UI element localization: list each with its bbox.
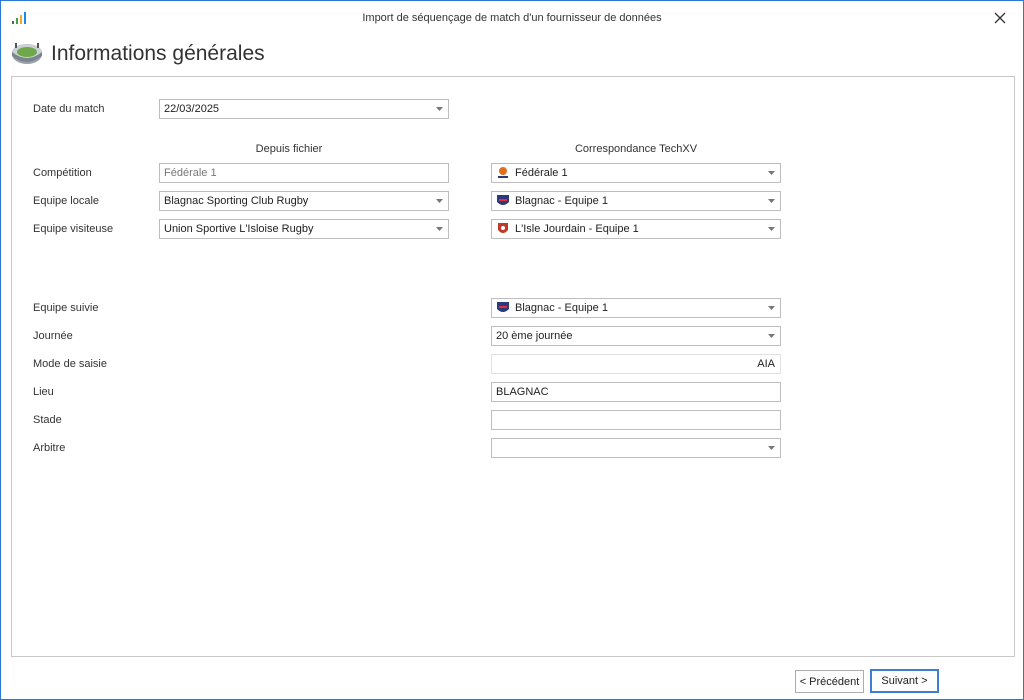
form-panel: Date du match 22/03/2025 Depuis fichier … (11, 76, 1015, 657)
away-team-label: Equipe visiteuse (33, 223, 114, 235)
venue-value: BLAGNAC (496, 386, 549, 398)
file-away-team-select[interactable]: Union Sportive L'Isloise Rugby (159, 219, 449, 239)
file-away-team-value: Union Sportive L'Isloise Rugby (164, 223, 314, 235)
venue-input[interactable]: BLAGNAC (491, 382, 781, 402)
techxv-competition-select[interactable]: Fédérale 1 (491, 163, 781, 183)
page-header: Informations générales (9, 37, 609, 73)
input-mode-field: AIA (491, 354, 781, 374)
column-header-techxv: Correspondance TechXV (574, 143, 698, 155)
competition-label: Compétition (33, 167, 92, 179)
techxv-home-team-select[interactable]: Blagnac - Equipe 1 (491, 191, 781, 211)
file-competition-value: Fédérale 1 (164, 167, 217, 179)
stadium-icon (12, 43, 42, 64)
dropdown-arrow-icon (762, 299, 780, 317)
dropdown-arrow-icon (430, 192, 448, 210)
techxv-away-team-select[interactable]: L'Isle Jourdain - Equipe 1 (491, 219, 781, 239)
venue-label: Lieu (33, 386, 54, 398)
stadium-label: Stade (33, 414, 62, 426)
matchday-label: Journée (33, 330, 73, 342)
dropdown-arrow-icon (430, 220, 448, 238)
ffr-logo-icon (498, 167, 508, 178)
page-title: Informations générales (51, 42, 265, 65)
file-home-team-value: Blagnac Sporting Club Rugby (164, 195, 309, 207)
blagnac-logo-icon (497, 302, 509, 312)
techxv-competition-value: Fédérale 1 (515, 167, 568, 179)
date-label: Date du match (33, 103, 105, 115)
dropdown-arrow-icon (430, 100, 448, 118)
input-mode-label: Mode de saisie (33, 358, 107, 370)
window-title: Import de séquençage de match d'un fourn… (362, 12, 662, 24)
dropdown-arrow-icon (762, 220, 780, 238)
matchday-select[interactable]: 20 ème journée (491, 326, 781, 346)
close-button[interactable] (985, 5, 1015, 31)
tracked-team-value: Blagnac - Equipe 1 (515, 302, 608, 314)
isle-jourdain-logo-icon (498, 223, 508, 233)
blagnac-logo-icon (497, 195, 509, 205)
import-dialog-window: Import de séquençage de match d'un fourn… (0, 0, 1024, 700)
tracked-team-select[interactable]: Blagnac - Equipe 1 (491, 298, 781, 318)
techxv-home-team-value: Blagnac - Equipe 1 (515, 195, 608, 207)
date-value: 22/03/2025 (164, 103, 220, 115)
referee-select[interactable] (491, 438, 781, 458)
dropdown-arrow-icon (762, 327, 780, 345)
tracked-team-label: Equipe suivie (33, 302, 99, 314)
techxv-away-team-value: L'Isle Jourdain - Equipe 1 (515, 223, 639, 235)
title-bar: Import de séquençage de match d'un fourn… (1, 1, 1023, 35)
close-icon (994, 12, 1006, 24)
referee-label: Arbitre (33, 442, 66, 454)
file-home-team-select[interactable]: Blagnac Sporting Club Rugby (159, 191, 449, 211)
input-mode-value: AIA (757, 358, 775, 370)
dropdown-arrow-icon (762, 439, 780, 457)
stadium-input[interactable] (491, 410, 781, 430)
matchday-value: 20 ème journée (496, 330, 573, 342)
file-competition-field: Fédérale 1 (159, 163, 449, 183)
next-button[interactable]: Suivant > (870, 669, 939, 693)
date-picker[interactable]: 22/03/2025 (159, 99, 449, 119)
previous-button[interactable]: < Précédent (795, 670, 864, 693)
column-header-file: Depuis fichier (255, 143, 323, 155)
dropdown-arrow-icon (762, 192, 780, 210)
dropdown-arrow-icon (762, 164, 780, 182)
home-team-label: Equipe locale (33, 195, 100, 207)
